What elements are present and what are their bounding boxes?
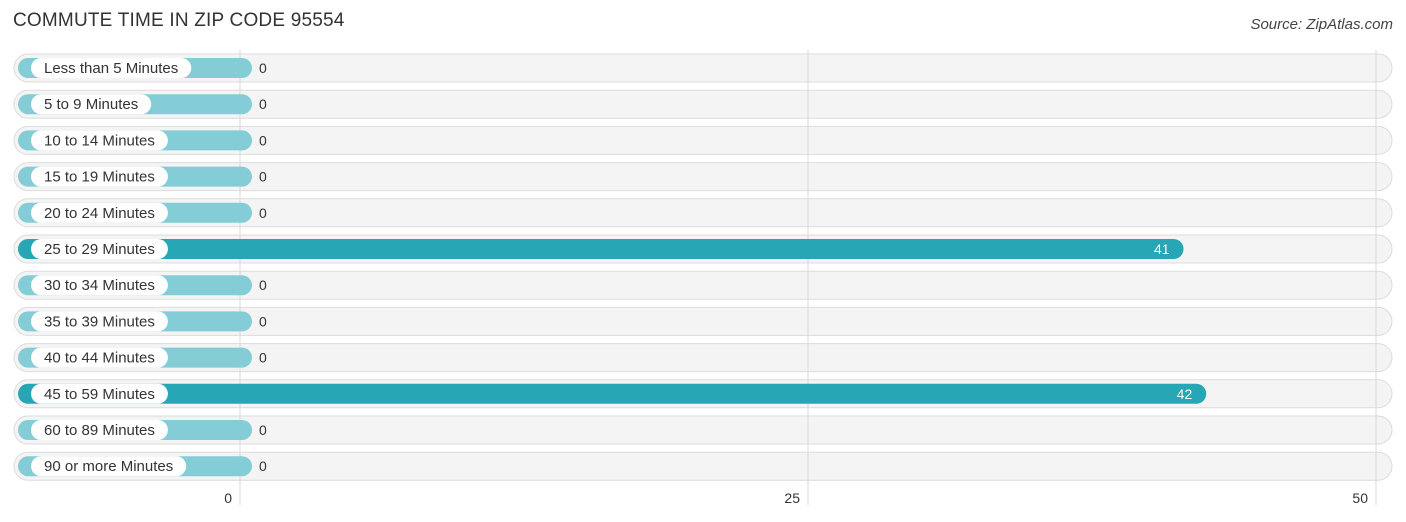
bar-group: 35 to 39 Minutes 0 [18, 311, 267, 332]
value-label: 0 [259, 205, 267, 221]
bar-group: 45 to 59 Minutes 42 [18, 383, 1207, 404]
category-label: 5 to 9 Minutes [44, 96, 138, 113]
bar-group: 90 or more Minutes 0 [18, 456, 267, 477]
value-label: 0 [259, 422, 267, 438]
value-label: 0 [259, 96, 267, 112]
bar-group: 25 to 29 Minutes 41 [18, 239, 1184, 259]
category-label: 40 to 44 Minutes [44, 350, 155, 367]
bar-group: 10 to 14 Minutes 0 [18, 130, 267, 151]
bar-chart: Less than 5 Minutes 05 to 9 Minutes 010 to… [13, 50, 1393, 506]
value-label: 0 [259, 313, 267, 329]
x-tick-label: 50 [1352, 490, 1368, 506]
category-label: 25 to 29 Minutes [44, 241, 155, 258]
bar-group: 15 to 19 Minutes 0 [18, 166, 267, 187]
bar-group: 40 to 44 Minutes 0 [18, 347, 267, 368]
value-label: 0 [259, 60, 267, 76]
category-label: 15 to 19 Minutes [44, 169, 155, 186]
category-label: 30 to 34 Minutes [44, 277, 155, 294]
bar[interactable] [18, 383, 1207, 404]
x-tick-label: 0 [224, 490, 232, 506]
value-label: 41 [1154, 241, 1170, 257]
category-label: 20 to 24 Minutes [44, 205, 155, 222]
value-label: 0 [259, 458, 267, 474]
bar[interactable] [18, 239, 1184, 259]
category-label: 35 to 39 Minutes [44, 313, 155, 330]
bar-rows [13, 53, 1393, 481]
value-label: 0 [259, 277, 267, 293]
bar-group: 20 to 24 Minutes 0 [18, 202, 267, 223]
value-label: 42 [1177, 386, 1193, 402]
bar-group: 5 to 9 Minutes 0 [18, 94, 267, 115]
bar-group: Less than 5 Minutes 0 [18, 58, 267, 78]
category-label: 10 to 14 Minutes [44, 132, 155, 149]
bar-group: 30 to 34 Minutes 0 [18, 275, 267, 296]
value-label: 0 [259, 350, 267, 366]
bar-group: 60 to 89 Minutes 0 [18, 420, 267, 440]
category-label: Less than 5 Minutes [44, 60, 178, 77]
value-label: 0 [259, 169, 267, 185]
category-label: 45 to 59 Minutes [44, 386, 155, 403]
value-label: 0 [259, 132, 267, 148]
category-label: 90 or more Minutes [44, 458, 173, 475]
category-label: 60 to 89 Minutes [44, 422, 155, 439]
x-tick-label: 25 [784, 490, 800, 506]
